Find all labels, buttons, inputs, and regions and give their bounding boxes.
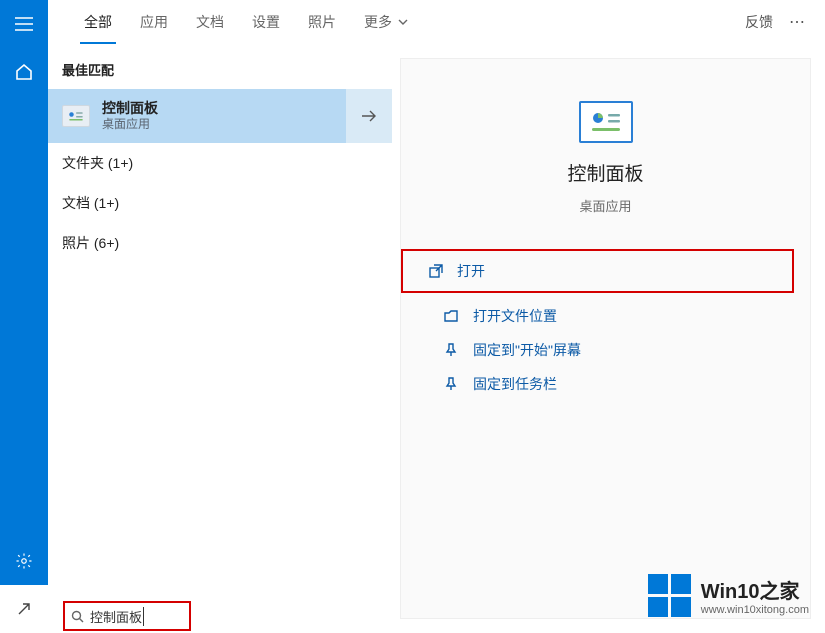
watermark: Win10之家 www.win10xitong.com: [648, 574, 809, 617]
tab-documents[interactable]: 文档: [182, 0, 238, 44]
preview-title: 控制面板: [567, 159, 643, 186]
home-button[interactable]: [0, 48, 48, 96]
settings-button[interactable]: [0, 537, 48, 585]
action-open-location[interactable]: 打开文件位置: [417, 299, 794, 333]
navigation-sidebar: [0, 0, 48, 633]
results-column: 最佳匹配 控制面板 桌面应用 文件夹 (1+: [48, 44, 392, 633]
tab-more[interactable]: 更多: [350, 0, 422, 44]
windows-logo-icon: [648, 574, 691, 617]
preview-subtitle: 桌面应用: [579, 196, 631, 215]
action-label: 打开文件位置: [473, 306, 557, 326]
arrow-right-icon: [361, 110, 377, 122]
category-documents[interactable]: 文档 (1+): [48, 183, 392, 223]
expand-result-button[interactable]: [346, 89, 392, 143]
hamburger-icon: [15, 17, 33, 31]
tab-photos[interactable]: 照片: [294, 0, 350, 44]
tab-settings[interactable]: 设置: [238, 0, 294, 44]
watermark-url: www.win10xitong.com: [701, 604, 809, 616]
menu-button[interactable]: [0, 0, 48, 48]
result-subtitle: 桌面应用: [102, 117, 158, 133]
tab-all[interactable]: 全部: [70, 0, 126, 44]
search-input-highlight: 控制面板: [63, 601, 191, 631]
highlight-open-action: 打开: [401, 249, 794, 293]
tab-label: 文档: [196, 12, 224, 32]
pin-icon: [443, 377, 459, 391]
home-icon: [15, 63, 33, 81]
category-folders[interactable]: 文件夹 (1+): [48, 143, 392, 183]
preview-panel: 控制面板 桌面应用 打开: [400, 58, 811, 619]
action-pin-taskbar[interactable]: 固定到任务栏: [417, 367, 794, 401]
best-match-heading: 最佳匹配: [48, 44, 392, 89]
tab-apps[interactable]: 应用: [126, 0, 182, 44]
chevron-down-icon: [398, 19, 408, 25]
category-photos[interactable]: 照片 (6+): [48, 223, 392, 263]
category-label: 文档 (1+): [62, 195, 119, 211]
search-icon: [71, 610, 84, 623]
tab-label: 设置: [252, 12, 280, 32]
gear-icon: [15, 552, 33, 570]
category-label: 照片 (6+): [62, 235, 119, 251]
more-options-button[interactable]: ⋯: [789, 12, 807, 32]
filter-tabbar: 全部 应用 文档 设置 照片 更多 反馈 ⋯: [48, 0, 825, 44]
tab-label: 照片: [308, 12, 336, 32]
arrow-up-right-icon: [16, 601, 32, 617]
control-panel-icon: [62, 105, 90, 127]
action-open[interactable]: 打开: [429, 261, 485, 281]
action-label: 固定到任务栏: [473, 374, 557, 394]
folder-icon: [443, 310, 459, 322]
pin-icon: [443, 343, 459, 357]
result-name: 控制面板: [102, 99, 158, 117]
action-label: 固定到"开始"屏幕: [473, 340, 581, 360]
watermark-title: Win10之家: [701, 575, 809, 604]
preview-app-icon: [579, 101, 633, 143]
tab-label: 应用: [140, 12, 168, 32]
tab-label: 全部: [84, 12, 112, 32]
tab-label: 更多: [364, 12, 392, 32]
action-pin-start[interactable]: 固定到"开始"屏幕: [417, 333, 794, 367]
search-shortcut-button[interactable]: [0, 585, 48, 633]
action-label: 打开: [457, 261, 485, 281]
search-input[interactable]: 控制面板: [90, 607, 144, 626]
category-label: 文件夹 (1+): [62, 155, 133, 171]
feedback-link[interactable]: 反馈: [745, 12, 773, 32]
open-icon: [429, 264, 443, 278]
best-match-result[interactable]: 控制面板 桌面应用: [48, 89, 392, 143]
